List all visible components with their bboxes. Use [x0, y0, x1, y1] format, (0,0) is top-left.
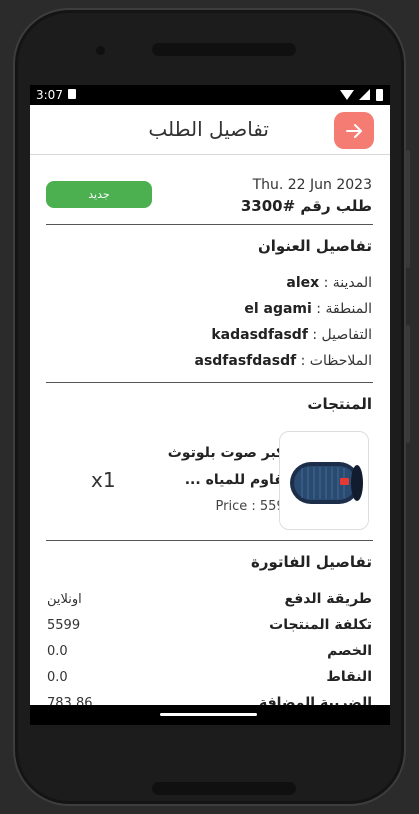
address-city-label: المدينة : [319, 275, 372, 291]
address-row-details: التفاصيل : kadasdfasdf [211, 327, 372, 343]
navigation-bar [30, 705, 390, 725]
address-details-label: التفاصيل : [307, 327, 372, 343]
invoice-points-label: النقاط [326, 669, 372, 685]
products-section-title: المنتجات [307, 395, 372, 413]
status-badge: جديد [46, 181, 152, 208]
address-details-value: kadasdfasdf [211, 327, 308, 343]
app-bar: تفاصيل الطلب [30, 105, 390, 155]
home-gesture-handle[interactable] [160, 713, 257, 716]
back-button[interactable] [334, 112, 374, 149]
bottom-speaker [152, 782, 296, 795]
screen: 3:07 تفاصيل الطلب Thu. 22 Jun 2023 طلب ر… [30, 85, 390, 725]
invoice-discount-value: 0.0 [47, 644, 68, 659]
order-date: Thu. 22 Jun 2023 [252, 177, 372, 193]
wifi-icon [340, 90, 354, 100]
arrow-right-icon [346, 124, 362, 138]
address-notes-label: الملاحظات : [296, 353, 372, 369]
address-row-city: المدينة : alex [286, 275, 372, 291]
front-camera [96, 46, 105, 55]
invoice-points-value: 0.0 [47, 670, 68, 685]
invoice-products-cost-label: تكلفة المنتجات [269, 617, 372, 633]
bluetooth-speaker-image [290, 462, 363, 504]
power-button [406, 325, 410, 443]
product-image [279, 431, 369, 530]
invoice-products-cost-value: 5599 [47, 618, 81, 633]
product-quantity: x1 [91, 468, 116, 492]
battery-icon [376, 89, 383, 101]
divider [46, 224, 373, 225]
signal-icon [359, 89, 370, 100]
product-name-line2: مقاوم للمياه ... [184, 472, 293, 488]
address-notes-value: asdfasfdasdf [194, 353, 297, 369]
divider [46, 540, 373, 541]
address-section-title: تفاصيل العنوان [257, 237, 372, 255]
invoice-section-title: تفاصيل الفاتورة [250, 553, 372, 571]
status-time: 3:07 [36, 88, 63, 102]
page-title: تفاصيل الطلب [148, 117, 269, 141]
status-bar: 3:07 [30, 85, 390, 105]
top-speaker [152, 43, 296, 56]
address-row-notes: الملاحظات : asdfasfdasdf [195, 353, 373, 369]
address-area-value: el agami [244, 301, 312, 317]
order-number: طلب رقم #3300 [240, 197, 372, 215]
invoice-payment-method-label: طريقة الدفع [284, 591, 372, 607]
invoice-discount-label: الخصم [327, 643, 372, 659]
address-area-label: المنطقة : [311, 301, 372, 317]
address-row-area: المنطقة : el agami [244, 301, 372, 317]
volume-button [406, 150, 410, 268]
address-city-value: alex [286, 275, 320, 291]
invoice-payment-method-value: اونلاين [47, 592, 82, 607]
sd-card-icon [68, 89, 76, 99]
divider [46, 382, 373, 383]
product-name-line1: مكبر صوت بلوتوث [167, 445, 293, 461]
